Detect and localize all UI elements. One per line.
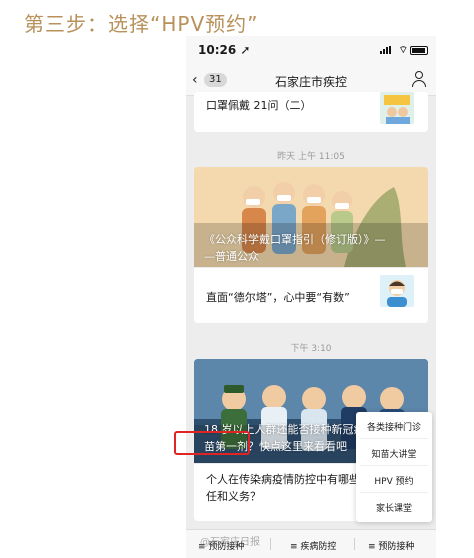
divider — [194, 267, 428, 268]
timestamp: 下午 3:10 — [290, 344, 332, 354]
profile-icon[interactable] — [412, 71, 426, 87]
article-title[interactable]: 口罩佩戴 21问（二） — [206, 97, 312, 113]
article-hero-image[interactable]: 《公众科学戴口罩指引（修订版）》— —普通公众 — [194, 167, 428, 267]
watermark: @石家庄日报 — [200, 537, 260, 548]
divider — [354, 538, 355, 550]
wifi-icon: ⌔ — [398, 45, 408, 56]
service-popup-menu: 各类接种门诊 知苗大讲堂 HPV 预约 家长课堂 — [356, 412, 432, 522]
divider — [360, 465, 428, 466]
article-card-partial[interactable]: 口罩佩戴 21问（二） — [194, 92, 428, 132]
page-title: 石家庄市疾控 — [274, 75, 347, 89]
menu-item-vaccination-clinics[interactable]: 各类接种门诊 — [356, 420, 432, 433]
phone-screen: 10:26 ➚ ⌔ ‹ 31 石家庄市疾控 口罩佩戴 21问（二） 昨天 上午 … — [186, 36, 436, 558]
menu-item-vaccine-lecture[interactable]: 知苗大讲堂 — [356, 447, 432, 460]
battery-icon — [410, 46, 428, 55]
tab-disease-control[interactable]: ≡ 疾病防控 — [290, 539, 336, 552]
divider — [360, 438, 428, 439]
article-card[interactable]: 《公众科学戴口罩指引（修订版）》— —普通公众 直面“德尔塔”，心中要“有数” — [194, 167, 428, 323]
status-time: 10:26 ➚ — [198, 43, 251, 57]
hpv-highlight-box — [174, 431, 250, 455]
divider — [360, 492, 428, 493]
step-caption: 第三步：选择“HPV预约” — [24, 12, 259, 36]
timestamp: 昨天 上午 11:05 — [277, 152, 345, 162]
signal-icon — [380, 46, 392, 54]
article-thumbnail — [380, 92, 414, 124]
article-thumbnail — [380, 275, 414, 307]
article-subtitle[interactable]: 个人在传染病疫情防控中有哪些 任和义务？ — [206, 471, 360, 505]
divider — [270, 538, 271, 550]
article-hero-title[interactable]: 《公众科学戴口罩指引（修订版）》— —普通公众 — [204, 231, 386, 265]
menu-item-parent-class[interactable]: 家长课堂 — [356, 501, 432, 514]
menu-item-hpv-booking[interactable]: HPV 预约 — [356, 474, 432, 487]
tab-vaccination[interactable]: ≡ 预防接种 — [368, 539, 414, 552]
article-subtitle[interactable]: 直面“德尔塔”，心中要“有数” — [206, 289, 350, 305]
status-bar: 10:26 ➚ ⌔ — [186, 36, 436, 64]
